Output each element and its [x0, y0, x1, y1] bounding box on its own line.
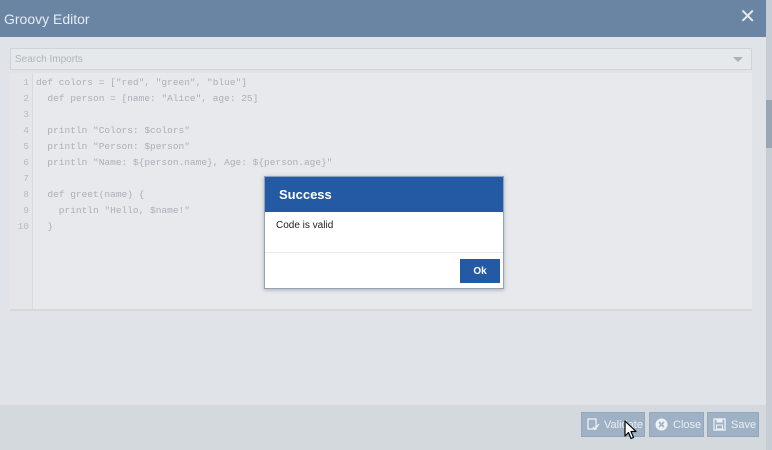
- close-button[interactable]: Close: [649, 412, 704, 437]
- line-number: 6: [23, 157, 29, 168]
- code-text: }: [36, 221, 54, 232]
- background-scrollbar: [766, 100, 772, 148]
- validate-icon: [587, 418, 600, 431]
- close-label: Close: [673, 419, 702, 431]
- close-icon[interactable]: ✕: [739, 7, 756, 27]
- code-text: println "Colors: $colors": [36, 125, 190, 136]
- line-number: 1: [23, 77, 29, 88]
- line-number: 9: [23, 205, 29, 216]
- line-number: 4: [23, 125, 29, 136]
- ok-button[interactable]: Ok: [460, 259, 500, 283]
- code-text: def greet(name) {: [36, 189, 145, 200]
- dialog-titlebar: Groovy Editor ✕: [0, 0, 766, 37]
- dialog-footer: Validate Close Save: [0, 405, 766, 450]
- search-imports-select[interactable]: [10, 48, 752, 70]
- save-icon: [713, 418, 726, 431]
- code-text: def person = [name: "Alice", age: 25]: [36, 93, 259, 104]
- line-number: 5: [23, 141, 29, 152]
- save-button[interactable]: Save: [707, 412, 759, 437]
- code-text: println "Name: ${person.name}, Age: ${pe…: [36, 157, 333, 168]
- line-number: 8: [23, 189, 29, 200]
- chevron-down-icon[interactable]: [733, 57, 743, 62]
- modal-title: Success: [279, 187, 332, 202]
- save-label: Save: [731, 419, 757, 431]
- mouse-pointer-icon: [624, 420, 637, 440]
- code-line[interactable]: 1 def colors = ["red", "green", "blue"]: [10, 75, 750, 91]
- line-number: 10: [17, 221, 29, 232]
- close-circle-icon: [655, 418, 668, 431]
- line-number: 7: [23, 173, 29, 184]
- search-imports-input[interactable]: [11, 49, 739, 69]
- background-page-edge: [766, 0, 772, 450]
- code-line[interactable]: 3: [10, 107, 750, 123]
- success-modal: Success Code is valid Ok: [264, 176, 504, 289]
- dialog-title: Groovy Editor: [4, 11, 90, 27]
- code-line[interactable]: 6 println "Name: ${person.name}, Age: ${…: [10, 155, 750, 171]
- code-line[interactable]: 4 println "Colors: $colors": [10, 123, 750, 139]
- modal-header: Success: [265, 177, 503, 212]
- code-text: println "Person: $person": [36, 141, 190, 152]
- code-text: def colors = ["red", "green", "blue"]: [36, 77, 247, 88]
- modal-message: Code is valid: [276, 220, 334, 231]
- code-line[interactable]: 2 def person = [name: "Alice", age: 25]: [10, 91, 750, 107]
- line-number: 2: [23, 93, 29, 104]
- code-line[interactable]: 5 println "Person: $person": [10, 139, 750, 155]
- modal-divider: [265, 252, 503, 253]
- code-text: println "Hello, $name!": [36, 205, 190, 216]
- line-number: 3: [23, 109, 29, 120]
